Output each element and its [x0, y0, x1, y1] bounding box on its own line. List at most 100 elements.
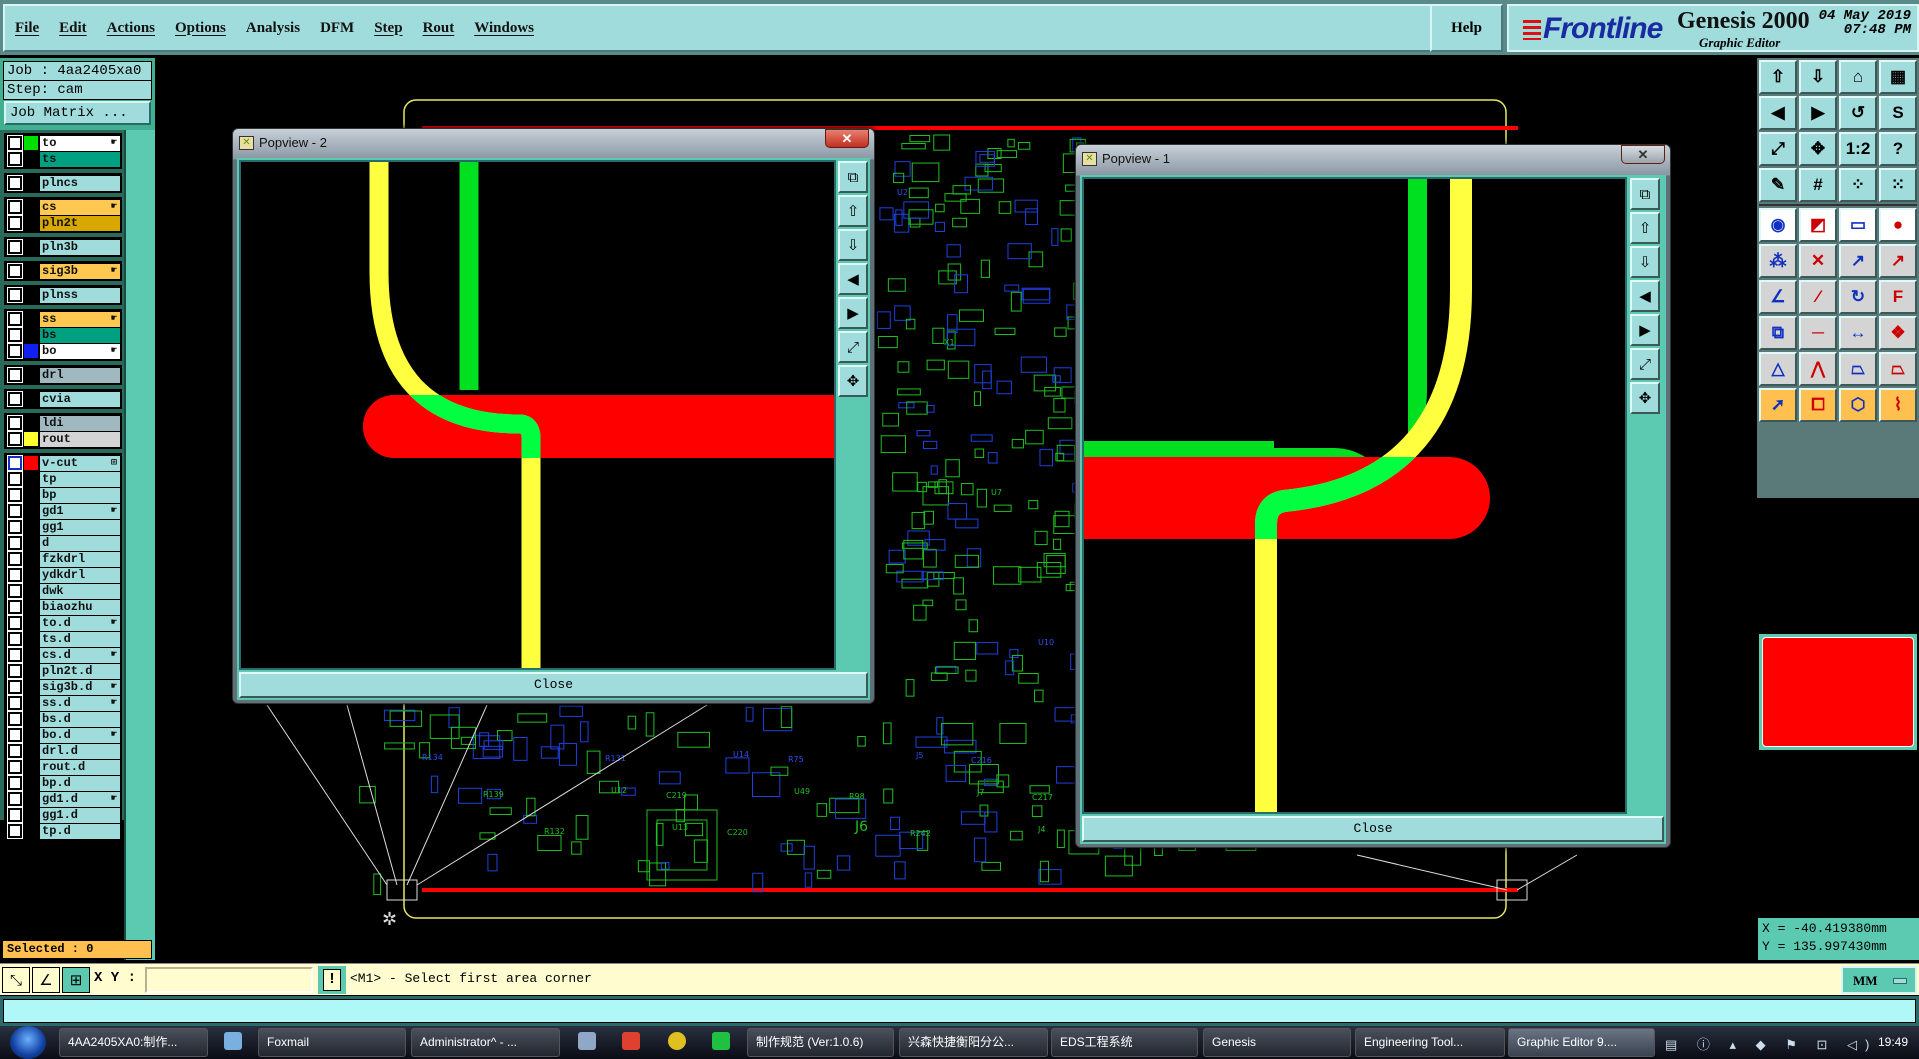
pad-transform-icon[interactable]: ⧉: [1759, 316, 1797, 350]
layer-checkbox[interactable]: [7, 503, 23, 519]
layer-row-bo[interactable]: bo ☛: [6, 343, 120, 359]
layer-name[interactable]: cvia: [40, 391, 120, 407]
layer-checkbox[interactable]: [7, 727, 23, 743]
move-pad-icon[interactable]: ↗: [1839, 244, 1877, 278]
layer-name[interactable]: sig3b ☛: [40, 263, 120, 279]
layer-name[interactable]: ts.d: [40, 631, 120, 647]
layer-row-sig3b.d[interactable]: sig3b.d ☛: [6, 679, 120, 695]
popview-close-button[interactable]: Close: [1082, 816, 1664, 842]
home-icon[interactable]: ⌂: [1839, 60, 1877, 94]
iqiyi-icon[interactable]: [712, 1032, 730, 1050]
taskbar-item[interactable]: EDS工程系统: [1051, 1028, 1198, 1057]
zoom-in-icon[interactable]: ⇧: [1759, 60, 1797, 94]
layer-name[interactable]: gd1.d ☛: [40, 791, 120, 807]
layer-name[interactable]: ss.d ☛: [40, 695, 120, 711]
layer-name[interactable]: cs ☛: [40, 199, 120, 215]
arc-flat-icon[interactable]: ⏢: [1839, 352, 1877, 386]
layer-checkbox[interactable]: [7, 567, 23, 583]
layer-name[interactable]: ss ☛: [40, 311, 120, 327]
layer-row-pln2t[interactable]: pln2t: [6, 215, 120, 231]
popview-pan-left-icon[interactable]: ◀: [838, 263, 868, 295]
popview-canvas[interactable]: [239, 160, 836, 670]
system-tray[interactable]: ▤ ⓘ ▴ ◆ ⚑ ⊡ ◁): [1665, 1034, 1877, 1053]
layer-row-rout.d[interactable]: rout.d: [6, 759, 120, 775]
layer-name[interactable]: bo.d ☛: [40, 727, 120, 743]
start-button[interactable]: [10, 1026, 46, 1059]
scale-icon[interactable]: 1:2: [1839, 132, 1877, 166]
layer-checkbox[interactable]: [7, 215, 23, 231]
copy-pad-icon[interactable]: ↗: [1879, 244, 1917, 278]
layer-checkbox[interactable]: [7, 743, 23, 759]
clock[interactable]: 19:49: [1878, 1035, 1908, 1049]
merge-icon[interactable]: ❖: [1879, 316, 1917, 350]
layer-row-tp[interactable]: tp: [6, 471, 120, 487]
layer-name[interactable]: sig3b.d ☛: [40, 679, 120, 695]
layer-checkbox[interactable]: [7, 807, 23, 823]
layer-name[interactable]: plncs: [40, 175, 120, 191]
measure-icon[interactable]: ↔: [1839, 316, 1877, 350]
layer-checkbox[interactable]: [7, 287, 23, 303]
layer-row-cs.d[interactable]: cs.d ☛: [6, 647, 120, 663]
layer-checkbox[interactable]: [7, 647, 23, 663]
popview-pan-right-icon[interactable]: ▶: [1630, 314, 1660, 346]
menu-windows[interactable]: Windows: [474, 20, 534, 37]
layer-row-bp.d[interactable]: bp.d: [6, 775, 120, 791]
menu-rout[interactable]: Rout: [423, 20, 455, 37]
zoom-out-icon[interactable]: ⇩: [1799, 60, 1837, 94]
layer-checkbox[interactable]: [7, 631, 23, 647]
layer-name[interactable]: ldi: [40, 415, 120, 431]
layer-checkbox[interactable]: [7, 199, 23, 215]
layer-checkbox[interactable]: [7, 415, 23, 431]
mirror-icon[interactable]: S: [1879, 96, 1917, 130]
menu-edit[interactable]: Edit: [59, 20, 87, 37]
flip-icon[interactable]: F: [1879, 280, 1917, 314]
layer-row-sig3b[interactable]: sig3b ☛: [6, 263, 120, 279]
layer-checkbox[interactable]: [7, 775, 23, 791]
layer-checkbox[interactable]: [7, 135, 23, 151]
layer-row-fzkdrl[interactable]: fzkdrl: [6, 551, 120, 567]
fit-center-icon[interactable]: ✥: [1799, 132, 1837, 166]
layer-checkbox[interactable]: [7, 391, 23, 407]
layer-checkbox[interactable]: [7, 239, 23, 255]
layer-checkbox[interactable]: [7, 367, 23, 383]
layer-row-rout[interactable]: rout: [6, 431, 120, 447]
layer-checkbox[interactable]: [7, 151, 23, 167]
units-dropdown[interactable]: MM: [1841, 966, 1917, 994]
grid-snap-icon[interactable]: ⊞: [62, 967, 90, 993]
taskbar-item[interactable]: Graphic Editor 9....: [1508, 1028, 1655, 1057]
layer-row-plnss[interactable]: plnss: [6, 287, 120, 303]
layer-name[interactable]: bs: [40, 327, 120, 343]
layer-name[interactable]: biaozhu: [40, 599, 120, 615]
xy-input[interactable]: [145, 967, 313, 993]
segment-icon[interactable]: ─: [1799, 316, 1837, 350]
popview-zoom-out-icon[interactable]: ⇩: [838, 229, 868, 261]
taskbar-item[interactable]: 兴森快捷衡阳分公...: [899, 1028, 1048, 1057]
layer-row-v-cut[interactable]: v-cut ⊞: [6, 455, 120, 471]
layer-checkbox[interactable]: [7, 583, 23, 599]
layer-name[interactable]: gg1: [40, 519, 120, 535]
layer-name[interactable]: pln2t.d: [40, 663, 120, 679]
taskbar-item[interactable]: Foxmail: [258, 1028, 406, 1057]
popview-zoom-in-icon[interactable]: ⇧: [838, 195, 868, 227]
layer-name[interactable]: d: [40, 535, 120, 551]
popview-canvas[interactable]: [1082, 177, 1627, 814]
layer-name[interactable]: drl.d: [40, 743, 120, 759]
layer-name[interactable]: drl: [40, 367, 120, 383]
layer-checkbox[interactable]: [7, 431, 23, 447]
layer-name[interactable]: to.d ☛: [40, 615, 120, 631]
layer-row-bs.d[interactable]: bs.d: [6, 711, 120, 727]
arc-cross-icon[interactable]: ⏢: [1879, 352, 1917, 386]
pad-icon[interactable]: ●: [1879, 208, 1917, 242]
undo-view-icon[interactable]: ↺: [1839, 96, 1877, 130]
layer-name[interactable]: pln3b: [40, 239, 120, 255]
close-icon[interactable]: ✕: [825, 129, 869, 148]
popview-zoom-out-icon[interactable]: ⇩: [1630, 246, 1660, 278]
layer-checkbox[interactable]: [7, 327, 23, 343]
connect-icon[interactable]: ◩: [1799, 208, 1837, 242]
layer-row-d[interactable]: d: [6, 535, 120, 551]
select-net-icon[interactable]: ⌇: [1879, 388, 1917, 422]
angle-icon[interactable]: ∠: [32, 967, 60, 993]
layer-checkbox[interactable]: [7, 791, 23, 807]
layer-row-ldi[interactable]: ldi: [6, 415, 120, 431]
layer-row-gg1.d[interactable]: gg1.d: [6, 807, 120, 823]
